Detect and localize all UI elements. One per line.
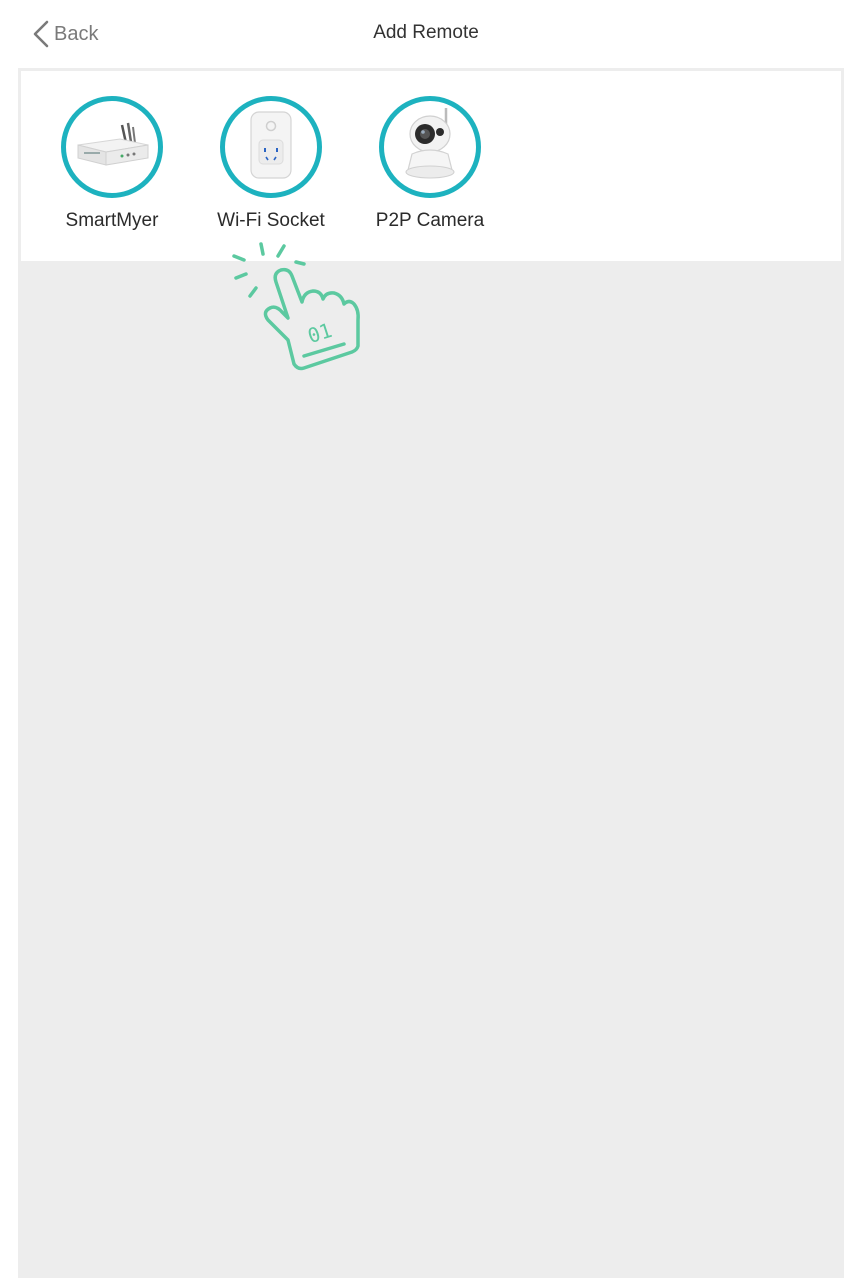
step-number: 01 (305, 318, 335, 348)
router-icon (72, 115, 152, 180)
ip-camera-icon (394, 104, 466, 191)
device-list: SmartMyer Wi-Fi Socket P2P Camera (21, 71, 841, 261)
device-label: Wi-Fi Socket (217, 210, 325, 231)
page: Back Add Remote SmartMyer Wi-Fi Socket P… (0, 0, 852, 1278)
device-label: SmartMyer (65, 210, 159, 231)
content-area: SmartMyer Wi-Fi Socket P2P Camera (18, 68, 844, 1278)
smart-socket-icon (241, 108, 301, 187)
device-item-smartmyer[interactable]: SmartMyer (37, 96, 187, 232)
device-icon-ring (220, 96, 322, 198)
device-label: P2P Camera (375, 210, 485, 231)
device-icon-ring (61, 96, 163, 198)
page-title: Add Remote (373, 22, 479, 43)
top-bar: Back Add Remote (0, 0, 852, 68)
tap-hand-icon: 01 (228, 236, 368, 389)
device-item-p2p-camera[interactable]: P2P Camera (355, 96, 505, 232)
device-icon-ring (379, 96, 481, 198)
device-item-wifi-socket[interactable]: Wi-Fi Socket (196, 96, 346, 232)
